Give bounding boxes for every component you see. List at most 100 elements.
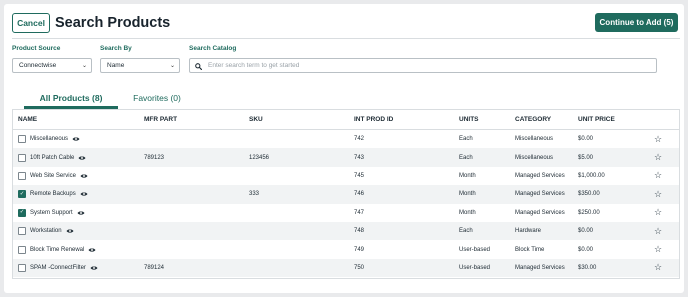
page-title: Search Products — [55, 15, 171, 31]
checkbox[interactable] — [18, 245, 26, 254]
table-row[interactable]: ✓ System Support 747 Month Managed Services $… — [13, 204, 679, 222]
product-name: Web Site Service — [30, 172, 76, 179]
cancel-button[interactable]: Cancel — [12, 13, 50, 33]
table-row[interactable]: Block Time Renewal 749 User-based Block Tim… — [13, 240, 679, 258]
eye-icon[interactable] — [77, 210, 85, 216]
star-outline-icon[interactable]: ☆ — [654, 134, 662, 145]
product-name-cell: Miscellaneous — [18, 135, 80, 144]
unit-price-cell: $0.00 — [578, 246, 594, 253]
column-header-int-prod-id[interactable]: INT PROD ID — [354, 116, 393, 123]
category-cell: Managed Services — [515, 172, 565, 179]
checked-checkbox[interactable]: ✓ — [18, 190, 26, 199]
column-header-unit-price[interactable]: UNIT PRICE — [578, 116, 615, 123]
table-row[interactable]: Workstation 748 Each Hardware $0.00 ☆ — [13, 221, 679, 241]
tab-all-products[interactable]: All Products (8) — [24, 90, 118, 106]
search-products-panel: Cancel Search Products Continue to Add (… — [4, 4, 684, 293]
product-name: Block Time Renewal — [30, 246, 85, 253]
int-prod-id-cell: 743 — [354, 154, 365, 161]
column-header-sku[interactable]: SKU — [249, 116, 263, 123]
int-prod-id-cell: 747 — [354, 209, 365, 216]
int-prod-id-cell: 748 — [354, 228, 365, 235]
product-name-cell: SPAM -ConnectFilter — [18, 263, 98, 272]
mfr-part-cell: 789124 — [144, 264, 165, 271]
product-source-select[interactable]: Connectwise ⌄ — [12, 58, 92, 73]
checkbox[interactable] — [18, 135, 26, 144]
product-source-value: Connectwise — [19, 62, 57, 69]
units-cell: Month — [459, 191, 476, 198]
unit-price-cell: $5.00 — [578, 154, 594, 161]
eye-icon[interactable] — [80, 173, 88, 179]
mfr-part-cell: 789123 — [144, 154, 165, 161]
table-row[interactable]: Miscellaneous 742 Each Miscellaneous $0.00 ☆ — [13, 130, 679, 148]
sku-cell: 333 — [249, 191, 260, 198]
units-cell: Each — [459, 136, 473, 143]
unit-price-cell: $250.00 — [578, 209, 600, 216]
units-cell: Month — [459, 172, 476, 179]
search-catalog-label: Search Catalog — [189, 45, 237, 52]
product-name-cell: ✓ Remote Backups — [18, 190, 88, 199]
unit-price-cell: $0.00 — [578, 228, 594, 235]
search-by-select[interactable]: Name ⌄ — [100, 58, 180, 73]
search-by-label: Search By — [100, 45, 132, 52]
products-table: NAME MFR PART SKU INT PROD ID UNITS CATE… — [12, 109, 680, 279]
checkbox[interactable] — [18, 171, 26, 180]
table-row[interactable]: 10ft Patch Cable 789123 123456 743 Each Misce… — [13, 148, 679, 167]
checkbox[interactable] — [18, 263, 26, 272]
star-outline-icon[interactable]: ☆ — [654, 207, 662, 218]
star-outline-icon[interactable]: ☆ — [654, 226, 662, 237]
category-cell: Miscellaneous — [515, 136, 554, 143]
eye-icon[interactable] — [80, 191, 88, 197]
search-catalog-field[interactable] — [189, 58, 657, 73]
category-cell: Hardware — [515, 228, 542, 235]
tab-favorites[interactable]: Favorites (0) — [122, 90, 192, 106]
category-cell: Managed Services — [515, 209, 565, 216]
sku-cell: 123456 — [249, 154, 270, 161]
product-source-label: Product Source — [12, 45, 61, 52]
category-cell: Block Time — [515, 246, 545, 253]
category-cell: Miscellaneous — [515, 154, 554, 161]
int-prod-id-cell: 750 — [354, 264, 365, 271]
column-header-category[interactable]: CATEGORY — [515, 116, 551, 123]
unit-price-cell: $350.00 — [578, 191, 600, 198]
checked-checkbox[interactable]: ✓ — [18, 208, 26, 217]
int-prod-id-cell: 749 — [354, 246, 365, 253]
column-header-name[interactable]: NAME — [18, 116, 37, 123]
table-body: Miscellaneous 742 Each Miscellaneous $0.00 ☆ 1… — [13, 130, 679, 278]
search-catalog-input[interactable] — [206, 61, 656, 70]
star-outline-icon[interactable]: ☆ — [654, 152, 662, 163]
chevron-down-icon: ⌄ — [81, 63, 87, 69]
column-header-mfr-part[interactable]: MFR PART — [144, 116, 177, 123]
star-outline-icon[interactable]: ☆ — [654, 189, 662, 200]
star-outline-icon[interactable]: ☆ — [654, 262, 662, 273]
category-cell: Managed Services — [515, 264, 565, 271]
table-header: NAME MFR PART SKU INT PROD ID UNITS CATE… — [13, 110, 679, 130]
product-name: Remote Backups — [30, 191, 76, 198]
eye-icon[interactable] — [78, 155, 86, 161]
eye-icon[interactable] — [66, 228, 74, 234]
table-row[interactable]: ✓ Remote Backups 333 746 Month Managed Servic… — [13, 185, 679, 204]
column-header-units[interactable]: UNITS — [459, 116, 479, 123]
checkbox[interactable] — [18, 153, 26, 162]
eye-icon[interactable] — [72, 136, 80, 142]
product-name: SPAM -ConnectFilter — [30, 264, 86, 271]
checkbox[interactable] — [18, 227, 26, 236]
star-outline-icon[interactable]: ☆ — [654, 244, 662, 255]
eye-icon[interactable] — [90, 265, 98, 271]
header-divider — [12, 38, 680, 39]
units-cell: User-based — [459, 246, 491, 253]
unit-price-cell: $30.00 — [578, 264, 597, 271]
units-cell: Month — [459, 209, 476, 216]
continue-to-add-button[interactable]: Continue to Add (5) — [595, 13, 678, 32]
product-name: Workstation — [30, 228, 62, 235]
table-row[interactable]: Web Site Service 745 Month Managed Services… — [13, 167, 679, 185]
table-row[interactable]: SPAM -ConnectFilter 789124 750 User-based Ma… — [13, 258, 679, 278]
star-outline-icon[interactable]: ☆ — [654, 170, 662, 181]
product-name-cell: Web Site Service — [18, 171, 88, 180]
product-name-cell: Block Time Renewal — [18, 245, 96, 254]
units-cell: Each — [459, 154, 473, 161]
category-cell: Managed Services — [515, 191, 565, 198]
product-name: 10ft Patch Cable — [30, 154, 75, 161]
product-name: System Support — [30, 209, 73, 216]
eye-icon[interactable] — [88, 247, 96, 253]
search-by-value: Name — [107, 62, 125, 69]
